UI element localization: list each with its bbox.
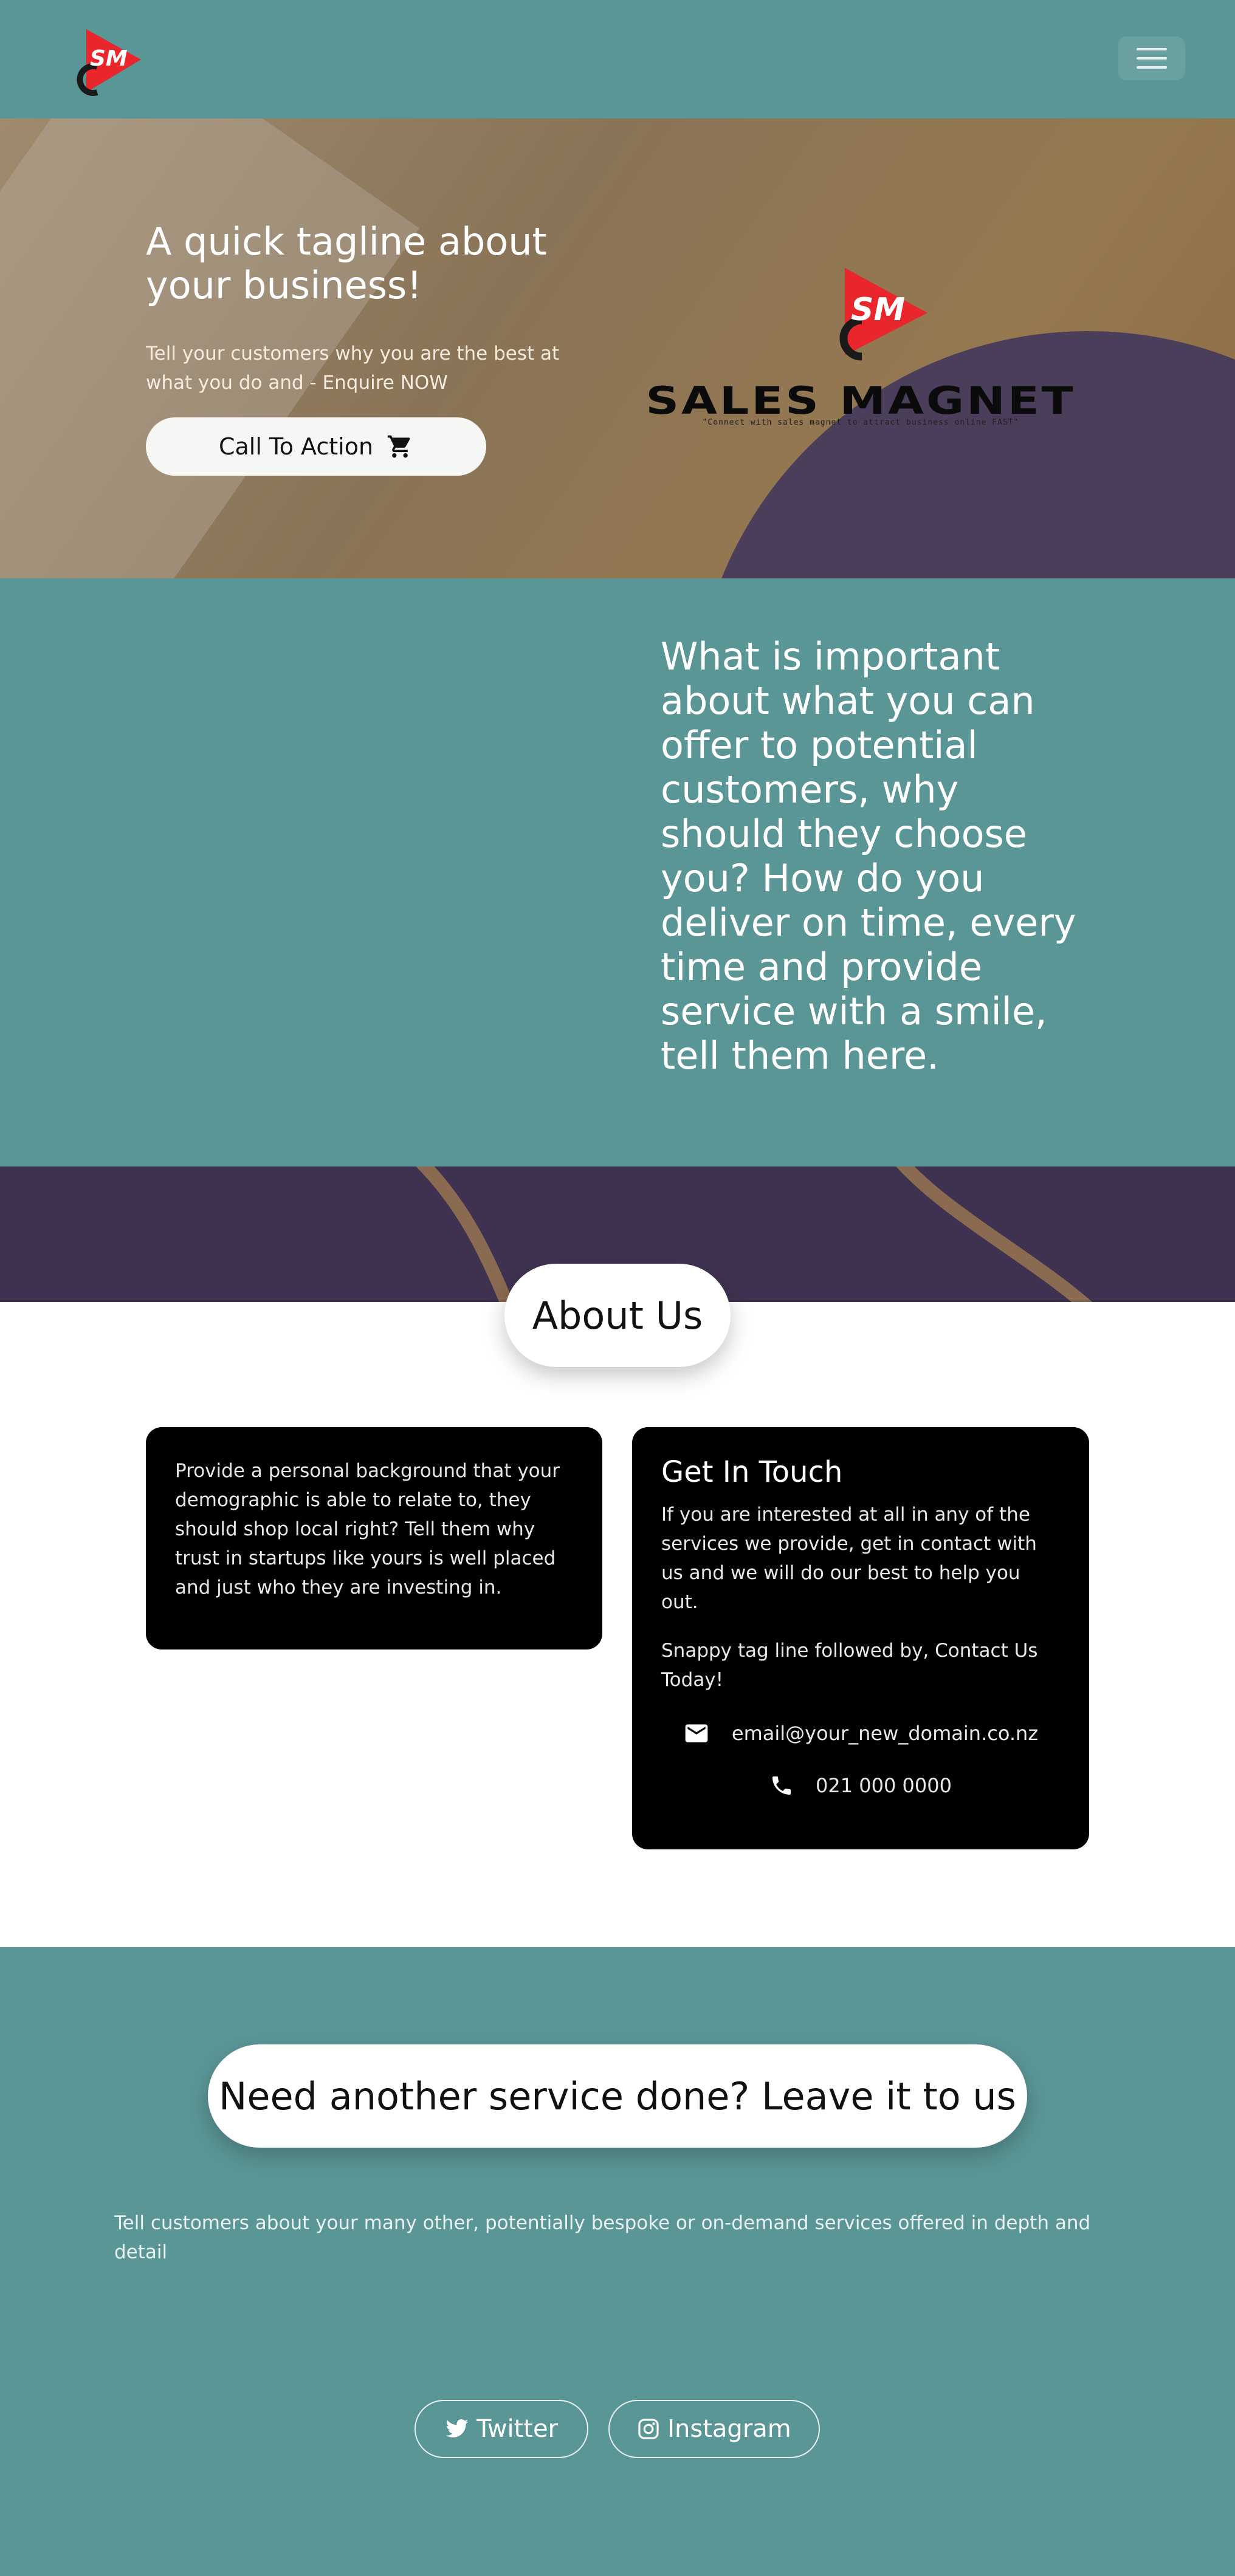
instagram-button[interactable]: Instagram — [608, 2400, 820, 2458]
contact-title: Get In Touch — [661, 1455, 843, 1489]
services-section: Need another service done? Leave it to u… — [0, 1947, 1235, 2576]
email-address: email@your_new_domain.co.nz — [731, 1722, 1039, 1745]
menu-toggle-button[interactable] — [1118, 36, 1185, 80]
email-icon — [685, 1724, 708, 1742]
hero-tagline: A quick tagline about your business! — [146, 219, 547, 307]
hero-decor-disc — [693, 331, 1235, 578]
call-to-action-button[interactable]: Call To Action — [146, 417, 486, 476]
contact-card: Get In Touch If you are interested at al… — [632, 1427, 1089, 1849]
phone-link[interactable]: 021 000 0000 — [632, 1773, 1089, 1798]
hamburger-icon — [1137, 48, 1167, 50]
contact-tagline: Snappy tag line followed by, Contact Us … — [661, 1640, 1038, 1691]
background-text: Provide a personal background that your … — [175, 1460, 560, 1598]
hero-brand-name: SALES MAGNET — [645, 379, 1076, 423]
services-text: Tell customers about your many other, po… — [114, 2212, 1091, 2263]
about-us-heading: About Us — [504, 1264, 731, 1367]
phone-icon — [772, 1776, 791, 1795]
value-proposition-section: What is important about what you can off… — [0, 578, 1235, 1166]
hero-subtitle: Tell your customers why you are the best… — [146, 343, 560, 394]
instagram-icon — [638, 2419, 659, 2439]
svg-text:SM: SM — [851, 292, 905, 328]
svg-text:SM: SM — [90, 46, 128, 71]
hero-brand-logo-mark: SM — [839, 268, 927, 361]
background-card: Provide a personal background that your … — [146, 1427, 602, 1649]
services-heading: Need another service done? Leave it to u… — [208, 2044, 1027, 2148]
cta-label: Call To Action — [218, 433, 374, 460]
value-proposition-text: What is important about what you can off… — [661, 634, 1076, 1078]
twitter-button[interactable]: Twitter — [415, 2400, 588, 2458]
twitter-icon — [445, 2419, 469, 2437]
instagram-label: Instagram — [667, 2415, 791, 2443]
hero-brand-tagline: "Connect with sales magnet to attract bu… — [702, 418, 1019, 427]
cart-icon — [387, 435, 410, 458]
hero-section: A quick tagline about your business! Tel… — [0, 118, 1235, 578]
phone-number: 021 000 0000 — [816, 1774, 952, 1797]
contact-text: If you are interested at all in any of t… — [661, 1504, 1037, 1613]
navbar: SM — [0, 0, 1235, 118]
twitter-label: Twitter — [476, 2415, 559, 2443]
email-link[interactable]: email@your_new_domain.co.nz — [632, 1720, 1089, 1747]
sales-magnet-logo[interactable]: SM — [73, 24, 146, 97]
